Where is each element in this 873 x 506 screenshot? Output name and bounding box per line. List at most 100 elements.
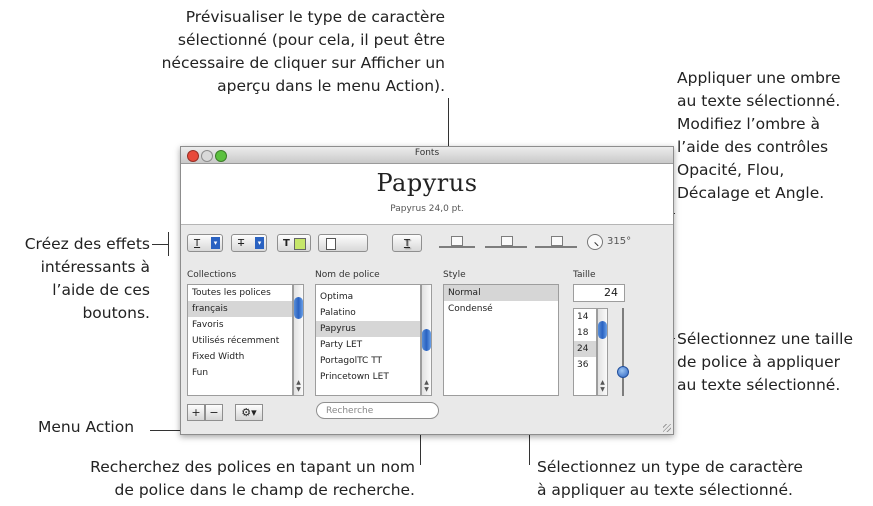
slider-track [622,308,624,396]
scroll-thumb[interactable] [422,329,431,351]
list-item[interactable]: Toutes les polices [188,285,292,301]
slider-track [485,246,527,248]
callout-line: boutons. [82,304,150,322]
list-item[interactable]: Party LET [316,337,420,353]
list-item[interactable]: Fixed Width [188,349,292,365]
list-item[interactable]: Fun [188,365,292,381]
header-style: Style [443,270,466,280]
font-preview: Papyrus Papyrus 24,0 pt. [181,164,673,225]
style-list[interactable]: Normal Condensé [443,284,559,396]
shadow-button[interactable]: T [392,234,422,252]
list-item[interactable]: 24 [574,341,596,357]
callout-line: Modifiez l’ombre à [677,115,821,133]
callout-line: à appliquer au texte sélectionné. [537,481,793,499]
document-icon [326,238,336,250]
callout-effects: Créez des effets intéressants à l’aide d… [0,233,150,325]
list-item[interactable]: Papyrus [316,321,420,337]
callout-shadow: Appliquer une ombre au texte sélectionné… [677,67,873,205]
shadow-angle-value: 315° [607,236,632,247]
shadow-blur-slider[interactable] [485,236,527,250]
size-field[interactable]: 24 [573,284,625,302]
resize-grip-icon[interactable] [663,424,671,432]
callout-line: de police dans le champ de recherche. [114,481,415,499]
text-color-button[interactable]: T [277,234,311,252]
leader-effects-h [152,244,168,245]
callout-line: intéressants à [40,258,150,276]
dropdown-arrow-icon: ▾ [255,237,264,249]
title-bar[interactable]: Fonts [181,147,673,164]
list-item[interactable]: français [188,301,292,317]
strikethrough-icon: T [238,238,245,249]
callout-line: Sélectionnez une taille [677,330,853,348]
window-title: Fonts [414,148,440,158]
dial-pointer-icon [594,242,599,247]
slider-knob[interactable] [451,236,463,246]
callout-line: au texte sélectionné. [677,376,841,394]
callout-preview: Prévisualiser le type de caractère sélec… [100,6,445,98]
list-item[interactable]: Favoris [188,317,292,333]
size-list[interactable]: 14 18 24 36 [573,308,597,396]
font-name-scrollbar[interactable]: ▲ ▼ [421,284,432,396]
font-search-field[interactable]: Recherche [316,402,439,419]
callout-line: l’aide des contrôles [677,138,829,156]
callout-action-menu: Menu Action [38,418,135,436]
list-item[interactable]: Princetown LET [316,369,420,385]
collections-scrollbar[interactable]: ▲ ▼ [293,284,304,396]
action-menu-button[interactable]: ⚙▾ [235,404,263,421]
scroll-thumb[interactable] [294,297,303,319]
size-slider[interactable] [617,308,629,396]
collections-list[interactable]: Toutes les polices français Favoris Util… [187,284,293,396]
slider-knob[interactable] [617,366,629,378]
callout-line: aperçu dans le menu Action). [217,77,445,95]
callout-line: Décalage et Angle. [677,184,825,202]
list-item[interactable]: Palatino [316,305,420,321]
fonts-window: Fonts Papyrus Papyrus 24,0 pt. T ▾ T ▾ T… [180,146,674,435]
strikethrough-button[interactable]: T ▾ [231,234,267,252]
callout-line: au texte sélectionné. [677,92,841,110]
slider-knob[interactable] [551,236,563,246]
dropdown-arrow-icon: ▾ [211,237,220,249]
list-item[interactable]: 18 [574,325,596,341]
scroll-thumb[interactable] [598,321,607,339]
list-item[interactable]: Utilisés récemment [188,333,292,349]
text-color-swatch [294,238,306,250]
shadow-offset-slider[interactable] [535,236,577,250]
list-item[interactable]: PortagolTC TT [316,353,420,369]
callout-style: Sélectionnez un type de caractère à appl… [537,456,867,502]
callout-line: Recherchez des polices en tapant un nom [90,458,415,476]
list-item[interactable]: Condensé [444,301,558,317]
callout-line: Appliquer une ombre [677,69,841,87]
font-name-list[interactable]: Optima Palatino Papyrus Party LET Portag… [315,284,421,396]
callout-line: nécessaire de cliquer sur Afficher un [161,54,445,72]
slider-track [535,246,577,248]
preview-font-size: Papyrus 24,0 pt. [390,204,464,214]
text-color-icon: T [283,238,290,249]
list-item[interactable]: Optima [316,289,420,305]
callout-line: Créez des effets [24,235,150,253]
header-size: Taille [573,270,596,280]
slider-track [439,246,475,248]
size-list-scrollbar[interactable]: ▲ ▼ [597,308,608,396]
shadow-angle-dial[interactable] [587,234,603,250]
list-item[interactable]: 36 [574,357,596,373]
preview-font-name: Papyrus [376,169,478,197]
remove-collection-button[interactable]: − [205,404,223,421]
callout-line: Prévisualiser le type de caractère [185,8,445,26]
header-collections: Collections [187,270,237,280]
add-collection-button[interactable]: + [187,404,205,421]
slider-knob[interactable] [501,236,513,246]
callout-line: Sélectionnez un type de caractère [537,458,803,476]
callout-size: Sélectionnez une taille de police à appl… [677,328,873,397]
scroll-arrows-icon: ▲ ▼ [600,379,605,393]
document-color-button[interactable] [318,234,368,252]
callout-search: Recherchez des polices en tapant un nom … [20,456,415,502]
underline-icon: T [194,238,201,249]
shadow-opacity-slider[interactable] [439,236,475,250]
header-font-name: Nom de police [315,270,380,280]
list-item[interactable]: 14 [574,309,596,325]
scroll-arrows-icon: ▲ ▼ [424,379,429,393]
underline-button[interactable]: T ▾ [187,234,223,252]
callout-line: l’aide de ces [52,281,150,299]
callout-line: Opacité, Flou, [677,161,785,179]
list-item[interactable]: Normal [444,285,558,301]
